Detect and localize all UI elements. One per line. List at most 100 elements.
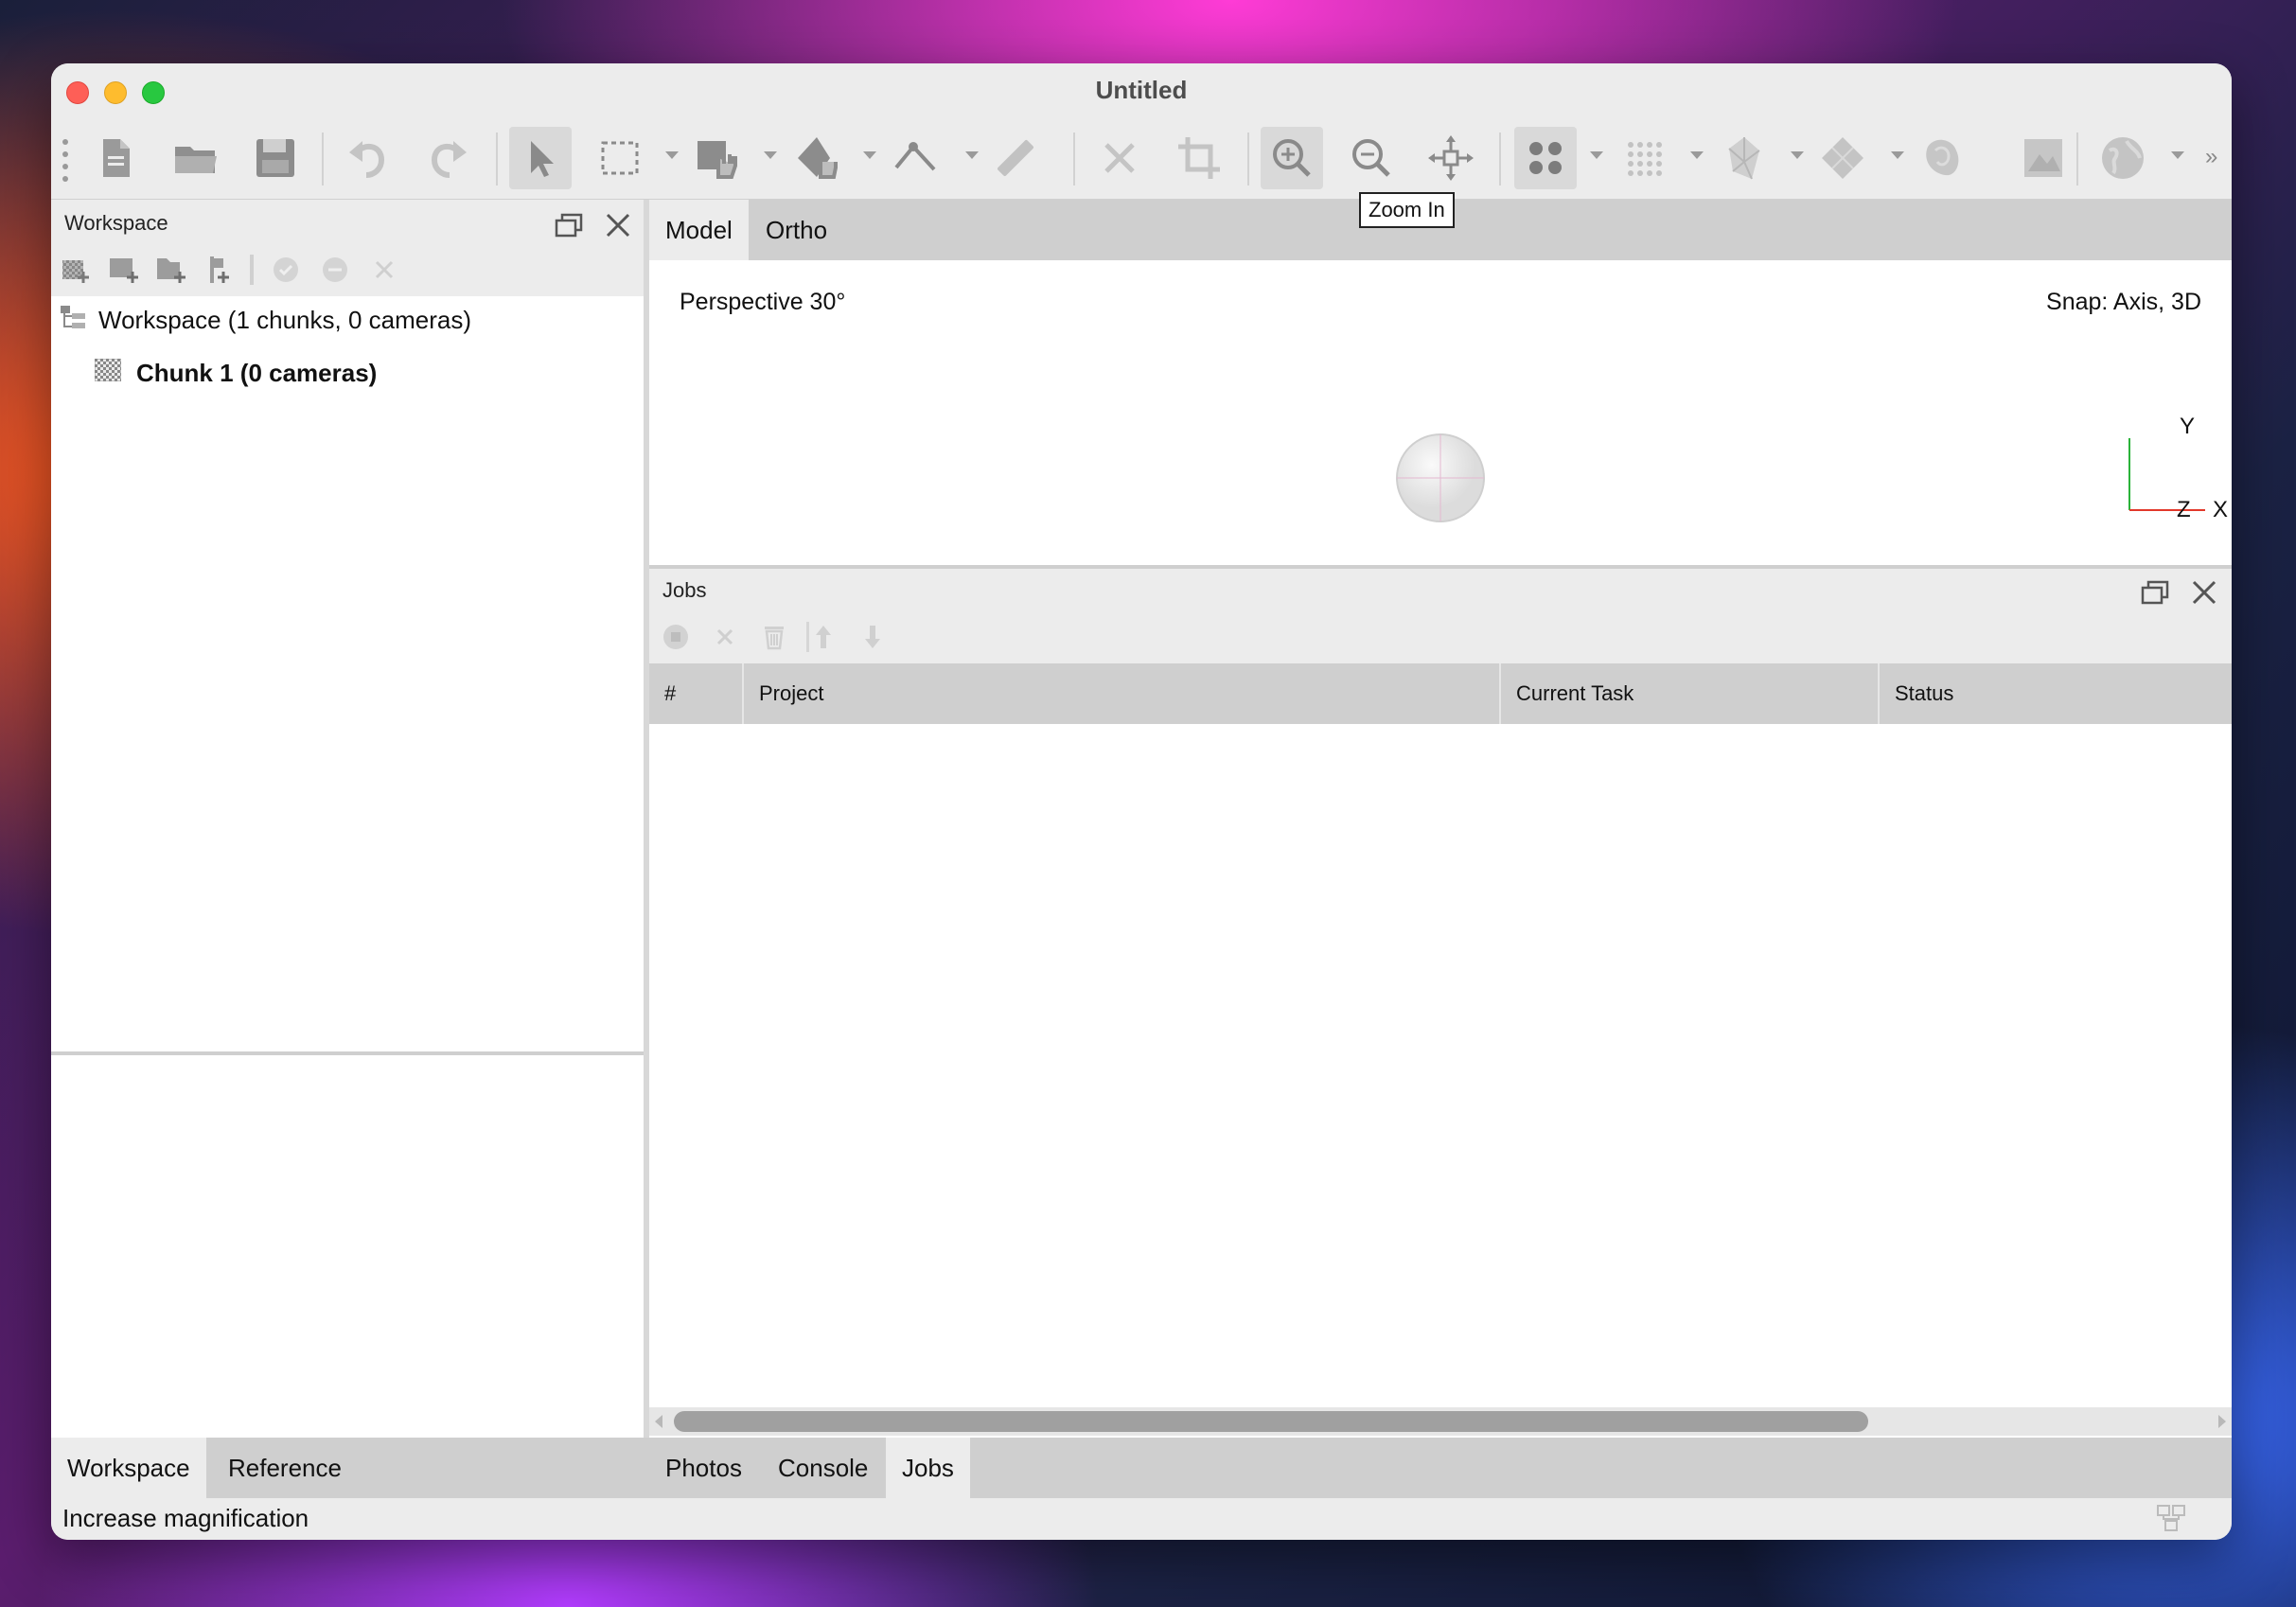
measure-icon[interactable] (984, 127, 1047, 189)
trash-icon[interactable] (757, 620, 791, 654)
chevron-down-icon[interactable] (1590, 151, 1603, 159)
jobs-table-header: # Project Current Task Status (649, 663, 2232, 724)
close-icon[interactable] (602, 209, 634, 241)
scrollbar-thumb[interactable] (674, 1411, 1868, 1432)
tiled-model-icon[interactable] (1811, 127, 1874, 189)
toolbar-separator (322, 132, 324, 185)
new-document-icon[interactable] (85, 127, 148, 189)
add-chunk-icon[interactable] (59, 253, 93, 287)
tab-model[interactable]: Model (649, 200, 749, 260)
chevron-down-icon[interactable] (1690, 151, 1704, 159)
undock-icon[interactable] (2139, 576, 2171, 609)
workspace-panel-title: Workspace (64, 211, 168, 235)
toolbar-grip-icon (62, 138, 68, 184)
status-text: Increase magnification (62, 1504, 309, 1532)
axis-z-label: Z (2177, 497, 2191, 522)
model-view[interactable]: Model Ortho Perspective 30° Snap: Axis, … (649, 200, 2232, 565)
enable-icon[interactable] (269, 253, 303, 287)
horizontal-scrollbar[interactable] (649, 1407, 2232, 1436)
zoom-out-icon[interactable] (1340, 127, 1403, 189)
tab-reference[interactable]: Reference (212, 1438, 358, 1498)
jobs-panel: Jobs # Project Current Task Status (649, 565, 2232, 1439)
projection-label: Perspective 30° (680, 289, 846, 315)
status-bar: Increase magnification (51, 1498, 2232, 1540)
toolbar-separator (250, 255, 254, 285)
tab-console[interactable]: Console (762, 1438, 884, 1498)
ruler-line-icon[interactable] (884, 127, 946, 189)
undock-icon[interactable] (553, 209, 585, 241)
snap-label: Snap: Axis, 3D (2046, 289, 2201, 315)
column-status[interactable]: Status (1880, 663, 2232, 724)
jobs-panel-title: Jobs (662, 578, 707, 602)
hand-tool-icon[interactable] (685, 127, 748, 189)
add-photos-icon[interactable] (106, 253, 140, 287)
column-number[interactable]: # (649, 663, 744, 724)
title-bar: Untitled (51, 63, 2232, 118)
chunk-icon (94, 358, 122, 386)
scroll-right-icon[interactable] (2218, 1415, 2226, 1428)
save-icon[interactable] (244, 127, 307, 189)
mesh-icon[interactable] (1713, 127, 1775, 189)
rectangle-selection-icon[interactable] (589, 127, 651, 189)
delete-icon[interactable] (1088, 127, 1151, 189)
stop-icon[interactable] (659, 620, 693, 654)
tab-ortho[interactable]: Ortho (750, 200, 843, 260)
panel-splitter[interactable] (51, 1051, 644, 1055)
crop-icon[interactable] (1168, 127, 1230, 189)
axis-x-label: X (2213, 497, 2229, 522)
select-pointer-icon[interactable] (509, 127, 572, 189)
toolbar-separator (496, 132, 498, 185)
chevron-down-icon[interactable] (1791, 151, 1804, 159)
move-down-icon[interactable] (856, 620, 890, 654)
workspace-tree-icon (59, 304, 87, 337)
chevron-down-icon[interactable] (764, 151, 777, 159)
chevron-down-icon[interactable] (1891, 151, 1904, 159)
chevron-down-icon[interactable] (665, 151, 679, 159)
axis-y-label: Y (2180, 414, 2196, 439)
redo-icon[interactable] (416, 127, 479, 189)
tab-workspace[interactable]: Workspace (51, 1438, 206, 1498)
network-status-icon[interactable] (2154, 1504, 2188, 1537)
tab-photos[interactable]: Photos (649, 1438, 758, 1498)
column-project[interactable]: Project (744, 663, 1501, 724)
dense-cloud-icon[interactable] (1613, 127, 1675, 189)
toolbar-separator (2076, 132, 2078, 185)
workspace-panel: Workspace Workspace (1 chunks, 0 cameras… (51, 200, 644, 1449)
dem-icon[interactable] (1912, 127, 1974, 189)
add-marker-icon[interactable] (201, 253, 235, 287)
tree-item-chunk[interactable]: Chunk 1 (0 cameras) (136, 359, 377, 388)
remove-icon[interactable] (367, 253, 401, 287)
toolbar-separator (1073, 132, 1075, 185)
toolbar-separator (1499, 132, 1501, 185)
disable-icon[interactable] (318, 253, 352, 287)
app-window: Untitled » Zoom In Workspace Workspace (… (51, 63, 2232, 1540)
bottom-tab-bar: Workspace Reference Photos Console Jobs (51, 1438, 2232, 1498)
zoom-in-icon[interactable] (1261, 127, 1323, 189)
trackball-sphere[interactable] (1395, 433, 1486, 523)
cancel-icon[interactable] (708, 620, 742, 654)
main-toolbar: » (51, 117, 2232, 200)
jobs-panel-header: Jobs (649, 569, 2232, 663)
point-cloud-icon[interactable] (1514, 127, 1577, 189)
move-up-icon[interactable] (806, 620, 840, 654)
tree-item-workspace[interactable]: Workspace (1 chunks, 0 cameras) (98, 306, 471, 335)
undo-icon[interactable] (337, 127, 399, 189)
tab-jobs[interactable]: Jobs (886, 1438, 970, 1498)
overflow-icon[interactable]: » (2205, 144, 2217, 170)
chevron-down-icon[interactable] (965, 151, 979, 159)
move-object-icon[interactable] (1420, 127, 1482, 189)
globe-icon[interactable] (2092, 127, 2154, 189)
orthomosaic-icon[interactable] (2012, 127, 2075, 189)
chevron-down-icon[interactable] (863, 151, 876, 159)
zoom-in-tooltip: Zoom In (1359, 192, 1455, 228)
close-icon[interactable] (2188, 576, 2220, 609)
add-folder-icon[interactable] (153, 253, 187, 287)
window-title: Untitled (1095, 76, 1188, 104)
shape-draw-icon[interactable] (786, 127, 848, 189)
open-folder-icon[interactable] (165, 127, 227, 189)
scroll-left-icon[interactable] (655, 1415, 662, 1428)
toolbar-separator (1247, 132, 1249, 185)
chevron-down-icon[interactable] (2171, 151, 2184, 159)
workspace-panel-header: Workspace (51, 200, 644, 296)
column-current-task[interactable]: Current Task (1501, 663, 1880, 724)
